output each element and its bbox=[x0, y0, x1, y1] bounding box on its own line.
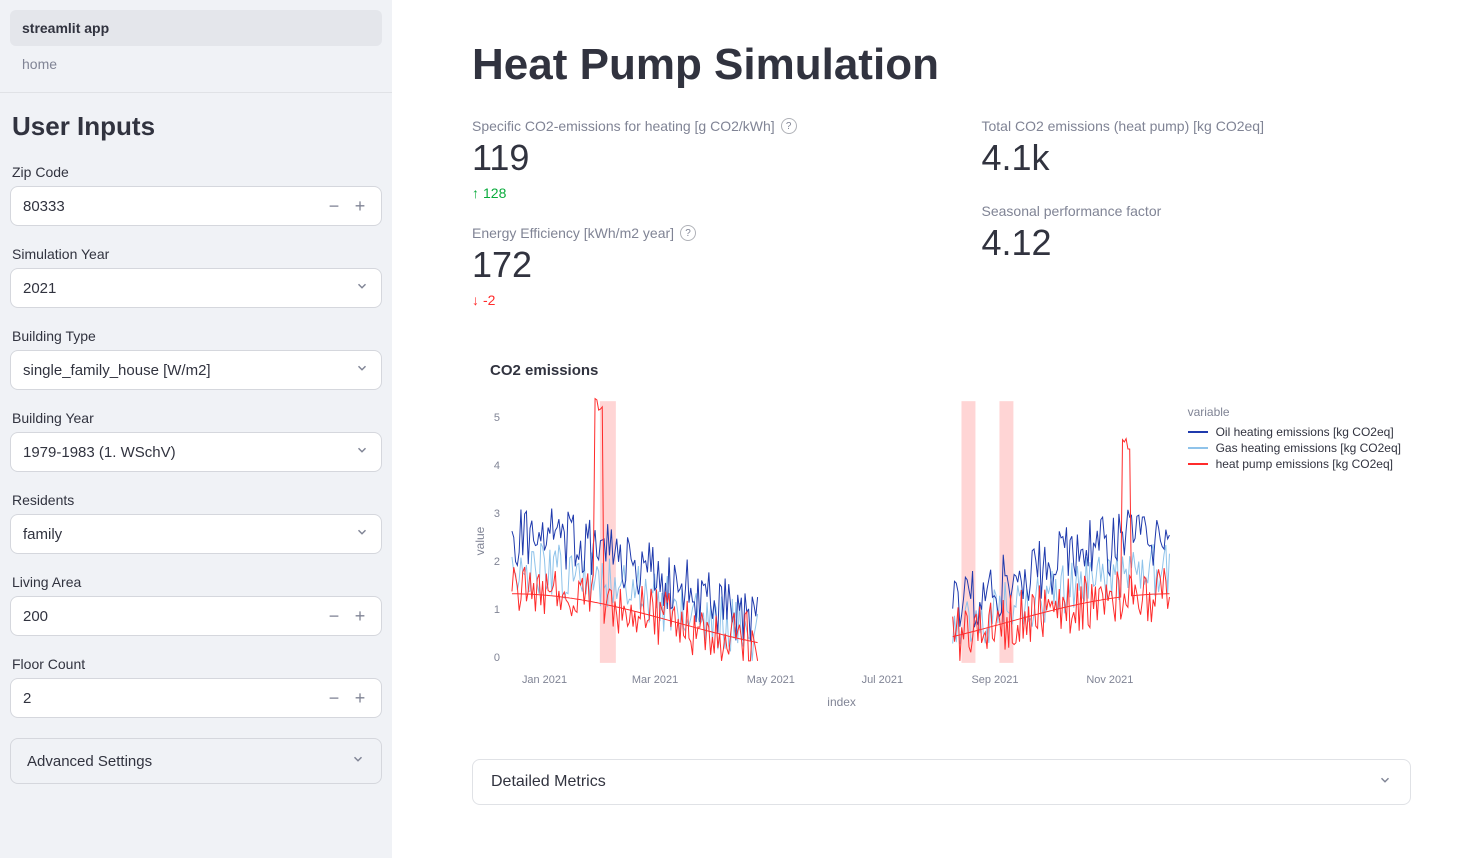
advanced-settings-expander[interactable]: Advanced Settings bbox=[10, 738, 382, 784]
residents-label: Residents bbox=[10, 492, 382, 508]
living-area-input-wrap: − + bbox=[10, 596, 382, 636]
building-year-value: 1979-1983 (1. WSchV) bbox=[23, 444, 176, 461]
metric-label: Specific CO2-emissions for heating [g CO… bbox=[472, 118, 775, 134]
metric-co2-specific: Specific CO2-emissions for heating [g CO… bbox=[472, 118, 902, 201]
nav-section: streamlit app home bbox=[0, 0, 392, 93]
help-icon[interactable]: ? bbox=[781, 118, 797, 134]
chart-legend: variable Oil heating emissions [kg CO2eq… bbox=[1188, 405, 1401, 473]
chart-title: CO2 emissions bbox=[490, 362, 1411, 379]
svg-text:1: 1 bbox=[494, 604, 500, 616]
metric-total-co2: Total CO2 emissions (heat pump) [kg CO2e… bbox=[982, 118, 1412, 179]
metric-value: 119 bbox=[472, 136, 902, 179]
building-year-select[interactable]: 1979-1983 (1. WSchV) bbox=[10, 432, 382, 472]
metric-spf: Seasonal performance factor 4.12 bbox=[982, 203, 1412, 264]
metric-label: Seasonal performance factor bbox=[982, 203, 1162, 219]
metric-value: 4.12 bbox=[982, 221, 1412, 264]
living-area-label: Living Area bbox=[10, 574, 382, 590]
metric-energy-efficiency: Energy Efficiency [kWh/m2 year] ? 172 ↓ … bbox=[472, 225, 902, 308]
help-icon[interactable]: ? bbox=[680, 225, 696, 241]
sidebar-title: User Inputs bbox=[10, 111, 382, 142]
arrow-up-icon: ↑ bbox=[472, 185, 479, 201]
svg-text:0: 0 bbox=[494, 652, 500, 664]
sidebar: streamlit app home User Inputs Zip Code … bbox=[0, 0, 392, 858]
advanced-settings-label: Advanced Settings bbox=[27, 753, 152, 770]
svg-text:2: 2 bbox=[494, 556, 500, 568]
floor-count-increment-button[interactable]: + bbox=[347, 685, 373, 711]
arrow-down-icon: ↓ bbox=[472, 292, 479, 308]
floor-count-input-wrap: − + bbox=[10, 678, 382, 718]
zip-label: Zip Code bbox=[10, 164, 382, 180]
floor-count-input[interactable] bbox=[23, 690, 321, 707]
detailed-metrics-expander[interactable]: Detailed Metrics bbox=[472, 759, 1411, 805]
main-content: Heat Pump Simulation Specific CO2-emissi… bbox=[392, 0, 1471, 858]
floor-count-decrement-button[interactable]: − bbox=[321, 685, 347, 711]
sim-year-select[interactable]: 2021 bbox=[10, 268, 382, 308]
chevron-down-icon bbox=[351, 752, 365, 771]
building-type-select[interactable]: single_family_house [W/m2] bbox=[10, 350, 382, 390]
building-year-label: Building Year bbox=[10, 410, 382, 426]
residents-select[interactable]: family bbox=[10, 514, 382, 554]
detailed-metrics-label: Detailed Metrics bbox=[491, 773, 606, 791]
chevron-down-icon bbox=[355, 279, 369, 298]
co2-chart[interactable]: 0 1 2 3 4 5 value Jan 2021 Mar 2021 May … bbox=[472, 391, 1411, 731]
zip-increment-button[interactable]: + bbox=[347, 193, 373, 219]
legend-item: Gas heating emissions [kg CO2eq] bbox=[1188, 441, 1401, 455]
zip-input[interactable] bbox=[23, 198, 321, 215]
chevron-down-icon bbox=[355, 443, 369, 462]
metric-label: Total CO2 emissions (heat pump) [kg CO2e… bbox=[982, 118, 1264, 134]
chevron-down-icon bbox=[1378, 773, 1392, 792]
living-area-increment-button[interactable]: + bbox=[347, 603, 373, 629]
floor-count-label: Floor Count bbox=[10, 656, 382, 672]
svg-text:4: 4 bbox=[494, 460, 500, 472]
metric-value: 4.1k bbox=[982, 136, 1412, 179]
sim-year-value: 2021 bbox=[23, 280, 56, 297]
legend-item: Oil heating emissions [kg CO2eq] bbox=[1188, 425, 1401, 439]
svg-text:Mar 2021: Mar 2021 bbox=[632, 674, 678, 686]
svg-text:Sep 2021: Sep 2021 bbox=[971, 674, 1018, 686]
chevron-down-icon bbox=[355, 525, 369, 544]
chevron-down-icon bbox=[355, 361, 369, 380]
svg-text:May 2021: May 2021 bbox=[747, 674, 795, 686]
living-area-decrement-button[interactable]: − bbox=[321, 603, 347, 629]
nav-item-home[interactable]: home bbox=[10, 46, 382, 82]
building-type-value: single_family_house [W/m2] bbox=[23, 362, 211, 379]
residents-value: family bbox=[23, 526, 62, 543]
living-area-input[interactable] bbox=[23, 608, 321, 625]
legend-item: heat pump emissions [kg CO2eq] bbox=[1188, 457, 1401, 471]
zip-decrement-button[interactable]: − bbox=[321, 193, 347, 219]
building-type-label: Building Type bbox=[10, 328, 382, 344]
zip-input-wrap: − + bbox=[10, 186, 382, 226]
page-title: Heat Pump Simulation bbox=[472, 40, 1411, 90]
svg-text:Nov 2021: Nov 2021 bbox=[1086, 674, 1133, 686]
svg-text:index: index bbox=[827, 695, 856, 709]
legend-title: variable bbox=[1188, 405, 1401, 419]
svg-text:value: value bbox=[473, 527, 487, 556]
svg-text:Jan 2021: Jan 2021 bbox=[522, 674, 567, 686]
nav-item-streamlit-app[interactable]: streamlit app bbox=[10, 10, 382, 46]
metric-value: 172 bbox=[472, 243, 902, 286]
metric-delta: ↓ -2 bbox=[472, 292, 902, 308]
svg-text:Jul 2021: Jul 2021 bbox=[862, 674, 903, 686]
svg-text:5: 5 bbox=[494, 413, 500, 425]
metric-delta: ↑ 128 bbox=[472, 185, 902, 201]
metric-label: Energy Efficiency [kWh/m2 year] bbox=[472, 225, 674, 241]
svg-text:3: 3 bbox=[494, 508, 500, 520]
sim-year-label: Simulation Year bbox=[10, 246, 382, 262]
